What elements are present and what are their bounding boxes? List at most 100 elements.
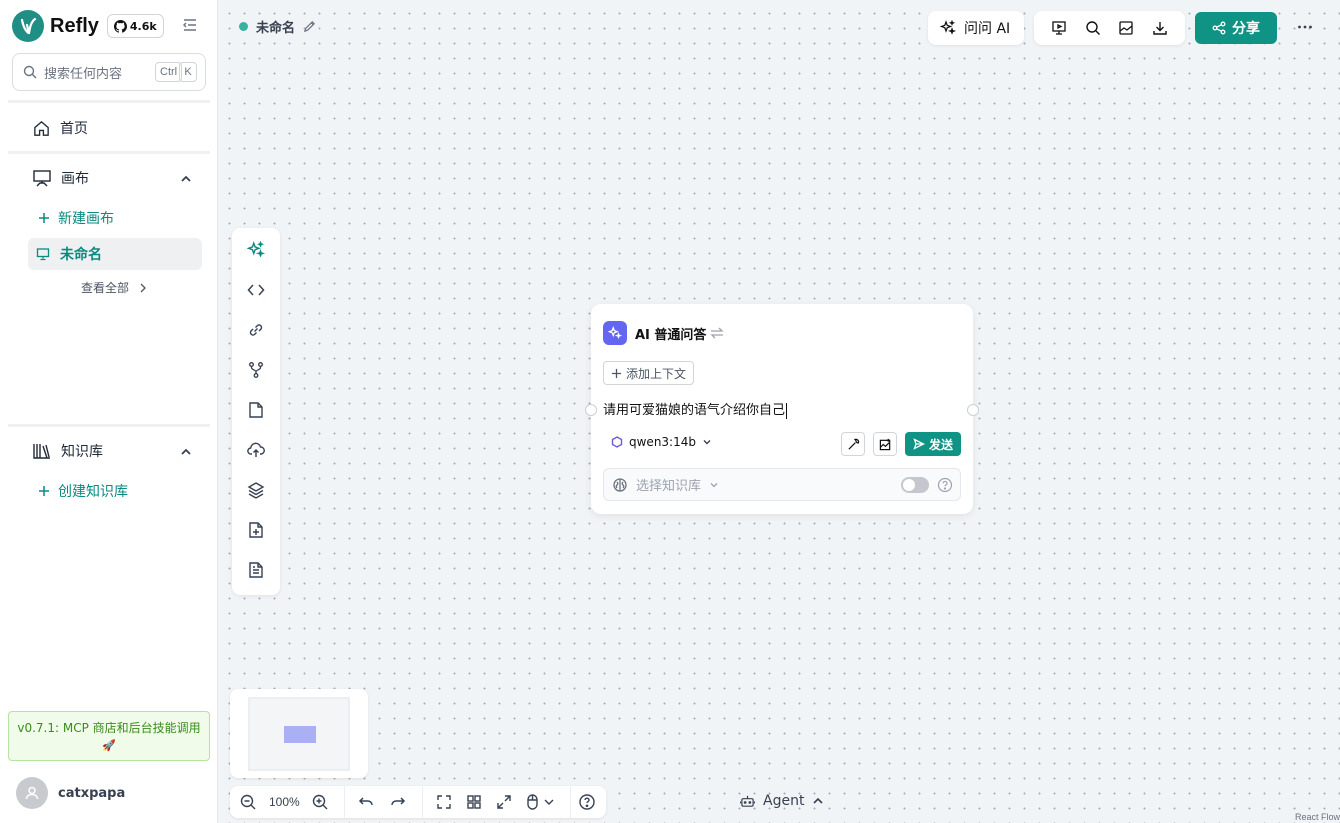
add-context-button[interactable]: 添加上下文 (603, 361, 695, 385)
redo-icon[interactable] (388, 793, 406, 811)
tools-button[interactable] (841, 432, 865, 456)
expand-icon[interactable] (495, 793, 513, 811)
github-icon (113, 19, 127, 33)
kb-placeholder: 选择知识库 (636, 479, 702, 494)
agent-toggle[interactable]: Agent (740, 793, 824, 809)
home-label: 首页 (60, 121, 88, 137)
agent-label: Agent (763, 793, 805, 809)
new-canvas-button[interactable]: 新建画布 (38, 208, 114, 228)
chevron-up-icon[interactable] (180, 173, 192, 185)
user-icon (25, 786, 39, 800)
send-button[interactable]: 发送 (905, 432, 961, 456)
view-all-link[interactable]: 查看全部 (81, 279, 147, 296)
image-icon (879, 438, 890, 450)
brand[interactable]: Refly 4.6k (12, 9, 164, 43)
download-icon[interactable] (1152, 20, 1168, 36)
sparkles-icon (940, 20, 956, 35)
plus-icon (39, 213, 49, 223)
doc-title-text: 未命名 (256, 21, 296, 36)
create-kb-button[interactable]: 创建知识库 (38, 481, 128, 501)
share-icon (1212, 21, 1226, 35)
minimap-viewport (248, 697, 350, 771)
branch-icon[interactable] (247, 361, 265, 379)
canvas-icon (33, 170, 51, 187)
version-notice[interactable]: v0.7.1: MCP 商店和后台技能调用 🚀 (8, 711, 210, 761)
home-icon (34, 120, 49, 136)
shortcut-k: K (179, 62, 197, 82)
code-icon[interactable] (247, 281, 265, 299)
zoom-out-icon[interactable] (239, 793, 257, 811)
mouse-mode-icon[interactable] (525, 793, 557, 811)
chevron-up-icon[interactable] (180, 446, 192, 458)
send-icon (913, 438, 925, 450)
status-dot (239, 22, 248, 31)
doc-title[interactable]: 未命名 (239, 17, 316, 36)
react-flow-credit[interactable]: React Flow (1295, 812, 1340, 822)
chevron-down-icon (710, 482, 718, 487)
model-name: qwen3:14b (629, 435, 696, 449)
zoom-level: 100% (269, 795, 300, 809)
robot-icon (740, 795, 755, 807)
fit-view-icon[interactable] (435, 793, 453, 811)
model-selector[interactable]: qwen3:14b (611, 435, 712, 449)
edit-icon[interactable] (303, 20, 316, 33)
link-icon[interactable] (247, 321, 265, 339)
file-plus-icon[interactable] (247, 521, 265, 539)
node-output-handle[interactable] (967, 404, 979, 416)
upload-cloud-icon[interactable] (247, 441, 265, 459)
chevron-up-icon (813, 797, 824, 804)
github-stars-badge[interactable]: 4.6k (106, 14, 164, 38)
separator (422, 786, 423, 818)
switch-mode-icon[interactable] (710, 327, 725, 339)
collapse-sidebar-icon[interactable] (181, 16, 199, 34)
sidebar-item-canvas-active[interactable]: 未命名 (28, 238, 202, 270)
separator (570, 786, 571, 818)
add-context-label: 添加上下文 (626, 366, 687, 381)
node-input-handle[interactable] (585, 404, 597, 416)
file-text-icon[interactable] (247, 561, 265, 579)
search-input[interactable]: 搜索任何内容 Ctrl K (12, 53, 206, 91)
presentation-icon[interactable] (1051, 20, 1067, 36)
more-icon[interactable] (1296, 18, 1314, 36)
ai-question-node[interactable]: AI 普通问答 添加上下文 请用可爱猫娘的语气介绍你自己 qwen3:14b 发… (591, 304, 973, 514)
text-cursor (786, 402, 788, 419)
wrench-icon (847, 438, 859, 450)
share-button[interactable]: 分享 (1195, 12, 1277, 44)
library-icon (33, 444, 50, 459)
image-icon[interactable] (1118, 20, 1134, 36)
sidebar-item-home[interactable]: 首页 (32, 118, 88, 138)
node-title: AI 普通问答 (635, 327, 707, 343)
refly-logo-icon (12, 10, 44, 42)
canvas-actions (1034, 11, 1185, 45)
chevron-down-icon (703, 440, 711, 445)
undo-icon[interactable] (358, 793, 376, 811)
sidebar-section-canvas[interactable]: 画布 (32, 168, 89, 188)
canvas-section-label: 画布 (61, 171, 89, 187)
user-menu[interactable]: catxpapa (16, 777, 125, 809)
help-icon[interactable] (578, 793, 596, 811)
create-kb-label: 创建知识库 (58, 484, 128, 500)
minimap-node (284, 726, 316, 743)
search-icon[interactable] (1085, 20, 1101, 36)
image-upload-button[interactable] (873, 432, 897, 456)
layout-grid-icon[interactable] (465, 793, 483, 811)
layers-icon[interactable] (247, 481, 265, 499)
chevron-right-icon (140, 283, 146, 292)
kb-toggle[interactable] (901, 477, 929, 493)
username: catxpapa (58, 785, 126, 801)
ask-ai-label: 问问 AI (964, 21, 1011, 37)
zoom-in-icon[interactable] (311, 793, 329, 811)
version-notice-text: v0.7.1: MCP 商店和后台技能调用 (17, 721, 201, 735)
help-icon[interactable] (937, 477, 953, 493)
prompt-input[interactable]: 请用可爱猫娘的语气介绍你自己 (603, 399, 788, 419)
ask-ai-button[interactable]: 问问 AI (928, 11, 1024, 45)
sidebar: Refly 4.6k 搜索任何内容 Ctrl K 首页 画布 新建画布 未命名 … (0, 0, 218, 823)
sidebar-section-knowledge[interactable]: 知识库 (32, 441, 103, 461)
minimap[interactable] (230, 689, 368, 778)
avatar (16, 777, 48, 809)
active-canvas-label: 未命名 (60, 247, 102, 263)
document-icon[interactable] (247, 401, 265, 419)
separator (344, 786, 345, 818)
sparkles-icon[interactable] (247, 241, 265, 259)
knowledge-base-select[interactable]: 选择知识库 (603, 468, 961, 501)
